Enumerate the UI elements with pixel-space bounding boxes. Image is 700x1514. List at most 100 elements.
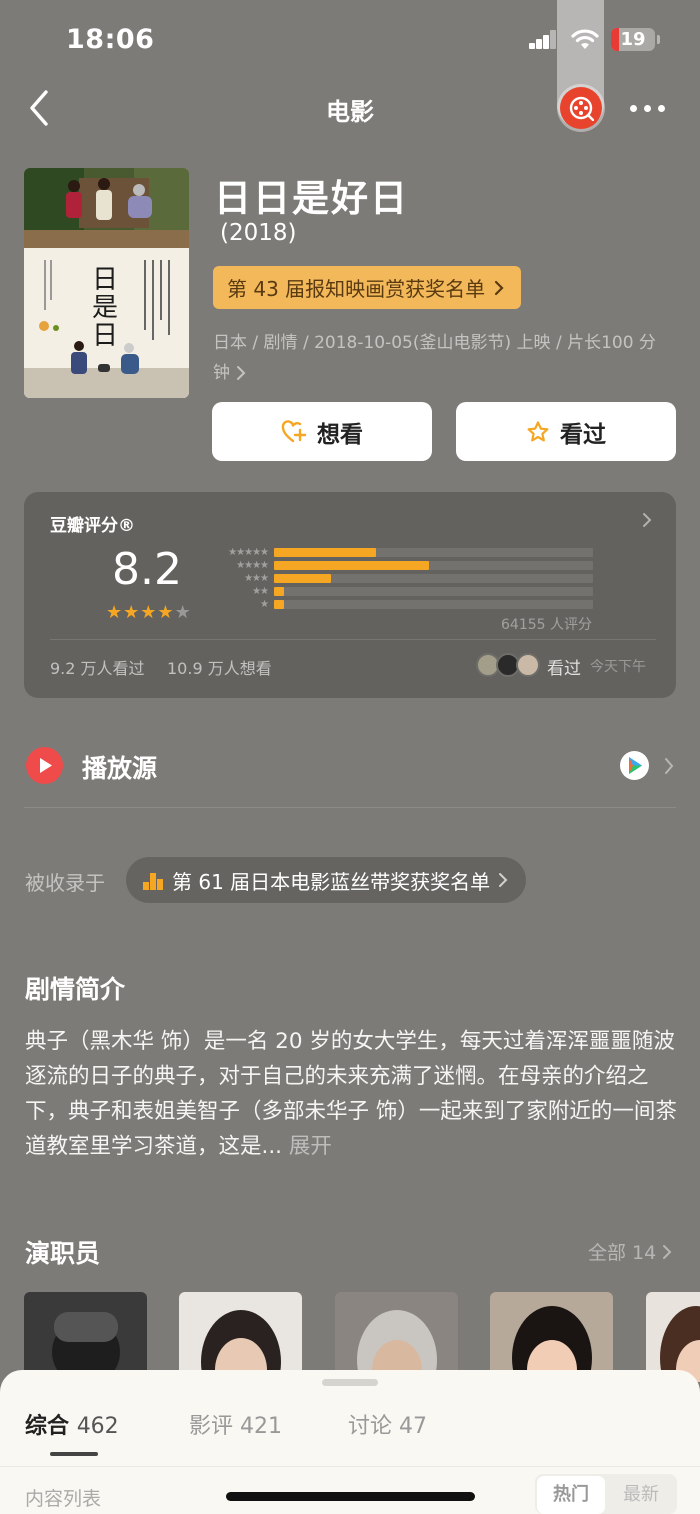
svg-text:日: 日 <box>92 321 118 351</box>
sheet-handle[interactable] <box>322 1379 378 1386</box>
collection-icon <box>143 873 163 890</box>
cast-all-link[interactable]: 全部 14 <box>588 1238 672 1265</box>
cast-photo[interactable] <box>179 1292 302 1382</box>
distribution-track <box>274 600 593 609</box>
watched-button[interactable]: 看过 <box>456 402 676 461</box>
friend-avatars[interactable] <box>476 653 542 677</box>
distribution-bar <box>274 548 377 557</box>
distribution-bar <box>274 587 284 596</box>
more-icon[interactable] <box>630 96 674 120</box>
divider <box>50 639 656 640</box>
distribution-stars: ★ <box>260 599 269 610</box>
collection-chip-label: 第 61 届日本电影蓝丝带奖获奖名单 <box>172 869 491 894</box>
distribution-stars: ★★★★ <box>236 560 269 571</box>
rating-star-icon: ★ <box>140 602 158 623</box>
award-tag[interactable]: 第 43 届报知映画赏获奖名单 <box>213 266 522 309</box>
cast-photo-image <box>201 1310 281 1382</box>
cast-photo-image <box>660 1306 700 1382</box>
cast-photo-image <box>512 1306 592 1382</box>
chevron-right-icon <box>237 366 246 380</box>
svg-text:日: 日 <box>92 265 118 295</box>
tab-indicator <box>50 1452 98 1456</box>
rating-star-icon: ★ <box>123 602 141 623</box>
synopsis-heading: 剧情简介 <box>25 975 126 1004</box>
rating-star-icon: ★ <box>106 602 124 623</box>
chevron-right-icon[interactable] <box>642 512 652 528</box>
distribution-track <box>274 548 593 557</box>
distribution-stars: ★★★★★ <box>228 547 269 558</box>
heart-plus-icon <box>281 419 307 442</box>
distribution-track <box>274 561 593 570</box>
collection-chip[interactable]: 第 61 届日本电影蓝丝带奖获奖名单 <box>126 857 527 903</box>
svg-text:是: 是 <box>92 293 118 323</box>
rating-score: 8.2 <box>112 544 182 595</box>
meta-line-1: 日本 / 剧情 / 2018-10-05(釜山电影节) 上映 / 片长100 分 <box>213 333 656 353</box>
distribution-track <box>274 587 593 596</box>
signal-icon <box>529 30 556 49</box>
distribution-row: ★★★★★ <box>208 546 593 559</box>
tab-overview[interactable]: 综合 462 <box>25 1408 119 1440</box>
sort-new-button[interactable]: 最新 <box>607 1476 675 1514</box>
battery-indicator: 19 <box>611 28 655 51</box>
distribution-stars: ★★ <box>252 586 269 597</box>
expand-link[interactable]: 展开 <box>289 1134 332 1159</box>
home-indicator <box>226 1492 475 1501</box>
distribution-row: ★★ <box>208 585 593 598</box>
play-triangle-icon <box>40 758 52 773</box>
poster-image: 日 是 日 <box>24 168 189 398</box>
rating-label: 豆瓣评分® <box>50 516 135 536</box>
app-icon[interactable] <box>560 87 602 129</box>
provider-logo-icon <box>629 757 642 774</box>
watched-count: 9.2 万人看过 <box>50 659 145 678</box>
want-count: 10.9 万人想看 <box>167 659 272 678</box>
sort-hot-button[interactable]: 热门 <box>537 1476 605 1514</box>
film-reel-icon <box>569 96 594 121</box>
distribution-track <box>274 574 593 583</box>
want-to-watch-label: 想看 <box>317 421 363 448</box>
tab-reviews[interactable]: 影评 421 <box>189 1408 282 1440</box>
want-to-watch-button[interactable]: 想看 <box>212 402 432 461</box>
rating-star-icon: ★ <box>174 602 192 623</box>
movie-year: (2018) <box>220 220 297 246</box>
distribution-bar <box>274 574 332 583</box>
meta-line-2-text: 钟 <box>213 363 230 383</box>
rating-count: 64155 人评分 <box>501 617 592 633</box>
meta-line-2: 钟 <box>213 358 683 388</box>
synopsis-body: 典子（黑木华 饰）是一名 20 岁的女大学生，每天过着浑浑噩噩随波逐流的日子的典… <box>25 1029 677 1159</box>
movie-meta[interactable]: 日本 / 剧情 / 2018-10-05(釜山电影节) 上映 / 片长100 分… <box>213 328 683 388</box>
tab-discussions[interactable]: 讨论 47 <box>348 1408 427 1440</box>
tab-discussions-count: 47 <box>399 1414 428 1439</box>
tab-reviews-label: 影评 <box>189 1414 234 1439</box>
tab-discussions-label: 讨论 <box>348 1414 393 1439</box>
divider <box>0 1466 700 1467</box>
cast-photo-image <box>357 1310 437 1382</box>
cast-all-label: 全部 14 <box>588 1242 657 1264</box>
tab-overview-count: 462 <box>76 1414 119 1439</box>
status-time: 18:06 <box>66 24 155 55</box>
cast-photo[interactable] <box>24 1292 147 1382</box>
tab-reviews-count: 421 <box>240 1414 283 1439</box>
play-source-label[interactable]: 播放源 <box>82 749 157 785</box>
battery-cap <box>657 35 660 44</box>
chevron-right-icon <box>663 1244 672 1259</box>
distribution-row: ★★★★ <box>208 559 593 572</box>
tab-overview-label: 综合 <box>25 1414 70 1439</box>
cast-photo[interactable] <box>490 1292 613 1382</box>
sort-toggle[interactable]: 热门 最新 <box>535 1474 677 1514</box>
friend-time: 今天下午 <box>590 659 646 675</box>
video-provider-icon[interactable] <box>620 751 649 780</box>
play-icon[interactable] <box>26 747 63 784</box>
synopsis-text[interactable]: 典子（黑木华 饰）是一名 20 岁的女大学生，每天过着浑浑噩噩随波逐流的日子的典… <box>25 1024 677 1164</box>
battery-level: 19 <box>620 29 646 50</box>
rating-stars: ★★★★★ <box>106 602 192 623</box>
rating-card[interactable]: 豆瓣评分® 8.2 ★★★★★ ★★★★★ ★★★★ ★★★ ★★ ★ 64155 人评… <box>24 492 676 698</box>
award-tag-label: 第 43 届报知映画赏获奖名单 <box>227 277 486 301</box>
distribution-stars: ★★★ <box>244 573 269 584</box>
movie-title: 日日是好日 <box>214 177 409 220</box>
cast-photo[interactable] <box>646 1292 700 1382</box>
chevron-right-icon[interactable] <box>664 757 674 775</box>
movie-poster[interactable]: 日 是 日 <box>24 168 189 398</box>
cast-photo[interactable] <box>335 1292 458 1382</box>
cast-photo-image <box>52 1312 120 1382</box>
star-icon <box>527 420 549 441</box>
